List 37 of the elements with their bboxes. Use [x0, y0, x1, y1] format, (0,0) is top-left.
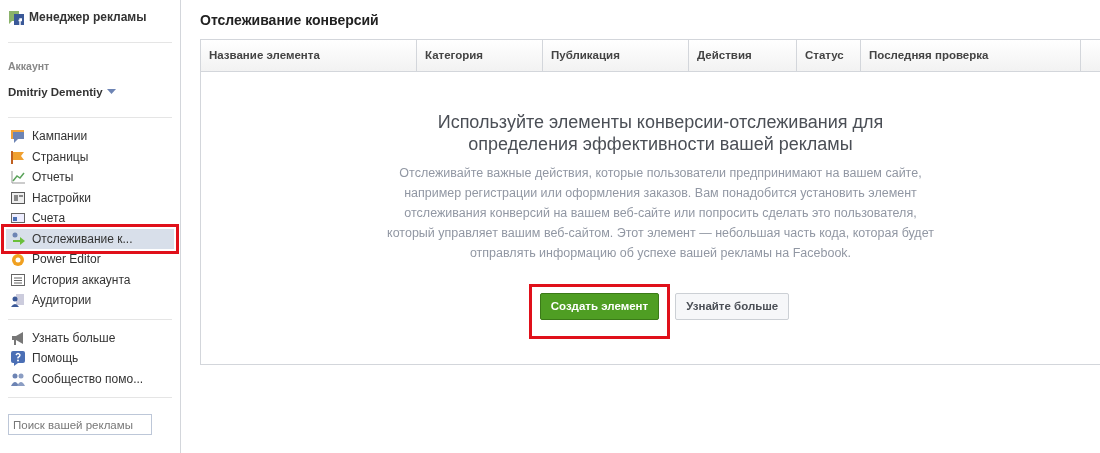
megaphone-icon	[10, 329, 26, 346]
sidebar-item[interactable]: История аккаунта	[6, 269, 174, 290]
caret-icon	[106, 89, 116, 96]
column-header[interactable]: Действия	[689, 40, 797, 71]
list-icon	[10, 271, 26, 288]
sidebar-item[interactable]: Аудитории	[6, 290, 174, 311]
empty-state-text: Отслеживайте важные действия, которые пользователи предпринимают на вашем сайте, например регистрации или оформления заказов. Вам понадобится установить элемент отслеживания конверсий на вашем веб-сайте или попросить сделать это пользователя, который управляет вашим веб-сайтом. Этот элемент — небольшая часть кода, которая будет отправлять информацию об успехе вашей рекламы на Facebook.	[386, 165, 935, 263]
sidebar-item[interactable]: Power Editor	[6, 249, 174, 270]
flag-icon	[10, 148, 26, 165]
speech-bubble-icon	[10, 128, 26, 145]
page-title: Отслеживание конверсий	[200, 11, 380, 30]
sidebar-item[interactable]: Сообщество помо...	[6, 368, 174, 389]
arrows-icon	[10, 230, 26, 247]
settings-icon	[10, 189, 26, 206]
column-header[interactable]: Последняя проверка	[861, 40, 1081, 71]
person-icon	[10, 292, 26, 309]
sidebar-item[interactable]: Отчеты	[6, 167, 174, 188]
help-icon	[10, 350, 26, 367]
gear-icon	[10, 251, 26, 268]
column-header[interactable]: Публикация	[543, 40, 689, 71]
sidebar-item[interactable]: Узнать больше	[6, 327, 174, 348]
sidebar-item[interactable]: Настройки	[6, 187, 174, 208]
line-chart-icon	[10, 169, 26, 186]
account-selector[interactable]: Dmitriy Dementiy	[8, 83, 116, 101]
column-header[interactable]: Статус	[797, 40, 861, 71]
app-title: Менеджер рекламы	[29, 9, 147, 26]
column-header[interactable]: Название элемента	[201, 40, 417, 71]
empty-state-heading: Используйте элементы конверсии-отслеживания для определения эффективности вашей рекламы	[436, 112, 885, 156]
app-logo	[8, 8, 25, 26]
account-label: Аккаунт	[8, 59, 51, 74]
sidebar-item[interactable]: Счета	[6, 208, 174, 229]
learn-more-button[interactable]: Узнайте больше	[675, 293, 790, 321]
column-header[interactable]: Категория	[417, 40, 543, 71]
sidebar-item[interactable]: Страницы	[6, 146, 174, 167]
sidebar-item[interactable]: Помощь	[6, 348, 174, 369]
search-field[interactable]: Поиск вашей рекламы	[8, 414, 152, 435]
sidebar-item[interactable]: Кампании	[6, 126, 174, 147]
